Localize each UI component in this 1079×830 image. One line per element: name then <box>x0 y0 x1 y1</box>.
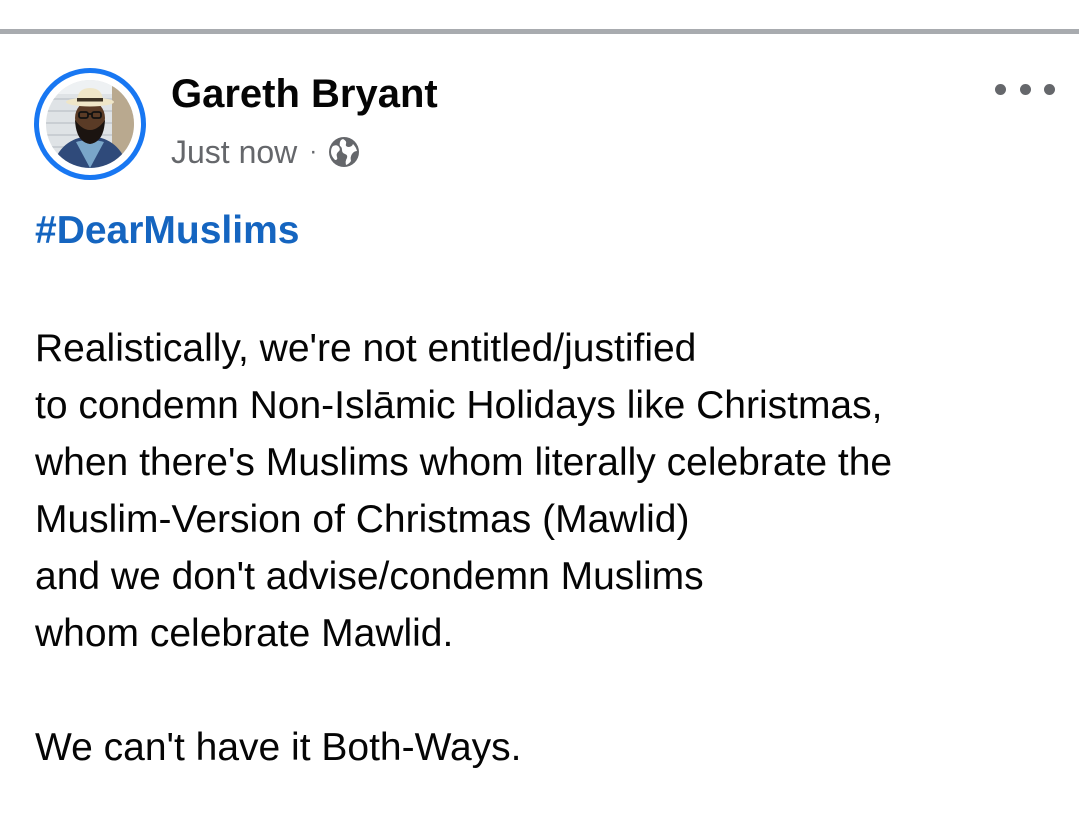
post-body-line: Realistically, we're not entitled/justif… <box>35 327 697 370</box>
avatar-ring[interactable] <box>34 68 146 180</box>
post-body-line: to condemn Non-Islāmic Holidays like Chr… <box>35 384 883 427</box>
globe-icon[interactable] <box>327 135 361 169</box>
post-body: Realistically, we're not entitled/justif… <box>35 320 1065 776</box>
post-meta: Just now · <box>171 132 361 172</box>
author-name[interactable]: Gareth Bryant <box>171 70 438 118</box>
more-options-icon <box>995 83 1006 95</box>
hashtag-link[interactable]: #DearMuslims <box>35 207 299 255</box>
avatar[interactable] <box>46 80 134 168</box>
post-body-line: Muslim-Version of Christmas (Mawlid) <box>35 498 690 541</box>
post-closing-line: We can't have it Both-Ways. <box>35 726 522 769</box>
more-options-icon <box>1019 83 1031 95</box>
post-timestamp[interactable]: Just now <box>171 132 297 172</box>
more-options-button[interactable] <box>995 74 1055 104</box>
post-card: Gareth Bryant Just now · #DearMuslims Re… <box>0 34 1079 830</box>
meta-separator: · <box>309 138 318 165</box>
post-body-line: and we don't advise/condemn Muslims <box>35 555 704 598</box>
post-body-line: when there's Muslims whom literally cele… <box>35 441 893 484</box>
top-divider <box>0 0 1079 34</box>
more-options-icon <box>1044 83 1055 95</box>
post-body-line: whom celebrate Mawlid. <box>35 612 454 655</box>
user-avatar-photo-icon <box>46 80 134 168</box>
